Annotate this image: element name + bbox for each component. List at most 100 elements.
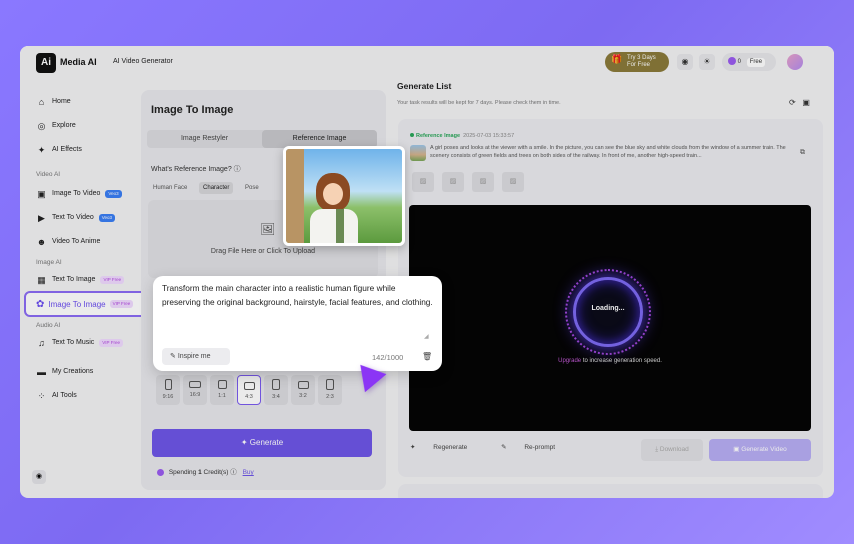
music-icon: ♫ <box>38 338 45 348</box>
ratio-option-selected[interactable]: 4:3 <box>237 375 261 405</box>
image-placeholder-icon: ▨ <box>472 172 494 192</box>
reprompt-button[interactable]: ✎ Re-prompt <box>501 444 571 451</box>
plan-badge: Free <box>746 58 766 67</box>
gift-icon: 🎁 <box>611 54 623 64</box>
free-trial-button[interactable]: 🎁 Try 3 Days For Free <box>605 52 669 72</box>
info-icon[interactable]: ⓘ <box>230 469 237 476</box>
credit-icon <box>728 57 736 66</box>
sidebar-item-video-to-anime[interactable]: ☻ Video To Anime <box>36 234 101 250</box>
ratio-option[interactable]: 3:2 <box>291 375 315 405</box>
generate-video-button[interactable]: ▣ Generate Video <box>709 439 811 461</box>
prompt-textarea[interactable]: Transform the main character into a real… <box>162 282 434 309</box>
vip-badge: VIP Free <box>100 276 125 284</box>
loading-text: Loading... <box>591 305 625 312</box>
list-actions: ⟳ ▣ <box>789 98 810 107</box>
user-avatar[interactable] <box>787 54 803 70</box>
product-title: AI Video Generator <box>113 58 173 65</box>
subtab-human-face[interactable]: Human Face <box>149 182 191 194</box>
image-placeholder-icon: ▨ <box>502 172 524 192</box>
ratio-label: 9:16 <box>162 394 174 400</box>
ratio-label: 1:1 <box>218 393 226 399</box>
section-video-ai: Video AI <box>36 171 61 178</box>
ratio-option[interactable]: 16:9 <box>183 375 207 405</box>
credit-icon <box>157 468 164 476</box>
generate-video-label: Generate Video <box>741 446 787 453</box>
inspire-label: Inspire me <box>177 353 211 360</box>
refresh-icon[interactable]: ⟳ <box>789 98 796 107</box>
trial-line1: Try 3 Days <box>627 55 656 61</box>
character-bag-strap <box>336 209 344 243</box>
credit-balance[interactable]: 0 Free <box>722 53 776 71</box>
vip-badge: VIP Free <box>99 339 123 347</box>
prompt-box[interactable]: Transform the main character into a real… <box>153 276 442 371</box>
image-icon: ▣ <box>37 189 46 199</box>
download-button[interactable]: ⤓ Download <box>641 439 703 461</box>
video-preview: Loading... Upgrade to increase generatio… <box>409 205 811 431</box>
buy-link[interactable]: Buy <box>243 469 254 476</box>
resize-handle-icon[interactable]: ◢ <box>424 333 429 340</box>
sidebar-item-home[interactable]: ⌂ Home <box>36 94 71 110</box>
trash-icon[interactable]: 🗑 <box>422 352 432 361</box>
subtab-pose[interactable]: Pose <box>241 182 263 194</box>
sidebar-item-image-to-video[interactable]: ▣ Image To Video Veo3 <box>36 186 122 202</box>
discord-icon[interactable]: ◉ <box>677 54 693 70</box>
sidebar-item-text-to-music[interactable]: ♫ Text To Music VIP Free <box>36 335 123 351</box>
logo-icon[interactable]: Ai <box>36 53 56 73</box>
reprompt-label: Re-prompt <box>524 444 556 451</box>
ratio-option[interactable]: 2:3 <box>318 375 342 405</box>
upgrade-link[interactable]: Upgrade <box>558 358 581 364</box>
sidebar-item-image-to-image[interactable]: ✿ Image To Image VIP Free <box>24 291 154 317</box>
folder-icon: ▬ <box>37 367 46 377</box>
reference-thumbnail[interactable] <box>410 145 426 161</box>
regenerate-button[interactable]: ✦ Regenerate <box>410 444 483 451</box>
anime-icon: ☻ <box>36 237 47 247</box>
character-face <box>323 183 343 205</box>
veo-badge: Veo3 <box>105 190 122 198</box>
sparkle-icon: ✦ <box>37 145 46 155</box>
generate-button[interactable]: ✦ Generate <box>152 429 372 457</box>
trash-icon[interactable]: ▣ <box>802 98 810 107</box>
generation-card: Reference Image 2025-07-03 15:33:57 A gi… <box>398 119 823 477</box>
status-dot <box>410 133 414 137</box>
subtab-character[interactable]: Character <box>199 182 234 194</box>
compass-icon: ◎ <box>37 121 46 131</box>
download-label: Download <box>659 446 689 453</box>
ratio-landscape-icon <box>243 382 255 390</box>
vip-badge: VIP Free <box>109 300 134 308</box>
top-bar: Ai Media AI AI Video Generator 🎁 Try 3 D… <box>20 46 834 78</box>
sidebar-item-label: Image To Image <box>48 299 106 309</box>
sidebar-item-my-creations[interactable]: ▬ My Creations <box>36 364 93 380</box>
sidebar-item-label: Image To Video <box>52 190 101 197</box>
upgrade-hint: Upgrade to increase generation speed. <box>409 358 811 364</box>
home-icon: ⌂ <box>38 97 45 107</box>
sidebar-item-ai-effects[interactable]: ✦ AI Effects <box>36 142 82 158</box>
copy-icon[interactable]: ⧉ <box>800 149 805 157</box>
regenerate-label: Regenerate <box>433 444 468 451</box>
reference-question[interactable]: What's Reference Image? ⓘ <box>151 164 241 174</box>
reference-image-preview[interactable] <box>283 146 405 246</box>
card-timestamp: 2025-07-03 15:33:57 <box>463 133 515 139</box>
inspire-me-button[interactable]: ✎ Inspire me <box>162 348 230 365</box>
sidebar-item-text-to-video[interactable]: ▶ Text To Video Veo3 <box>36 210 116 226</box>
sidebar-item-text-to-image[interactable]: ▦ Text To Image VIP Free <box>36 272 125 288</box>
picture-icon: ▦ <box>37 275 46 285</box>
ratio-label: 4:3 <box>245 394 253 400</box>
ratio-label: 3:4 <box>272 394 280 400</box>
ratio-option[interactable]: 1:1 <box>210 375 234 405</box>
result-placeholders: ▨ ▨ ▨ ▨ <box>412 172 524 192</box>
character-shirt <box>310 209 358 243</box>
tab-image-restyler[interactable]: Image Restyler <box>147 130 262 148</box>
sidebar-item-label: Explore <box>52 122 76 129</box>
sidebar-item-explore[interactable]: ◎ Explore <box>36 118 76 134</box>
ratio-landscape-icon <box>189 381 201 388</box>
generate-list-subtitle: Your task results will be kept for 7 day… <box>397 100 561 106</box>
ratio-option[interactable]: 3:4 <box>264 375 288 405</box>
reference-subtabs: Human Face Character Pose <box>149 182 269 194</box>
credit-count: 0 <box>737 59 742 65</box>
download-icon: ⤓ <box>655 446 659 453</box>
discord-icon[interactable]: ◉ <box>32 470 46 484</box>
ratio-option[interactable]: 9:16 <box>156 375 180 405</box>
theme-toggle-icon[interactable]: ☀ <box>699 54 715 70</box>
sidebar-item-ai-tools[interactable]: ⁘ AI Tools <box>36 388 77 404</box>
help-icon[interactable]: ⓘ <box>234 166 241 173</box>
